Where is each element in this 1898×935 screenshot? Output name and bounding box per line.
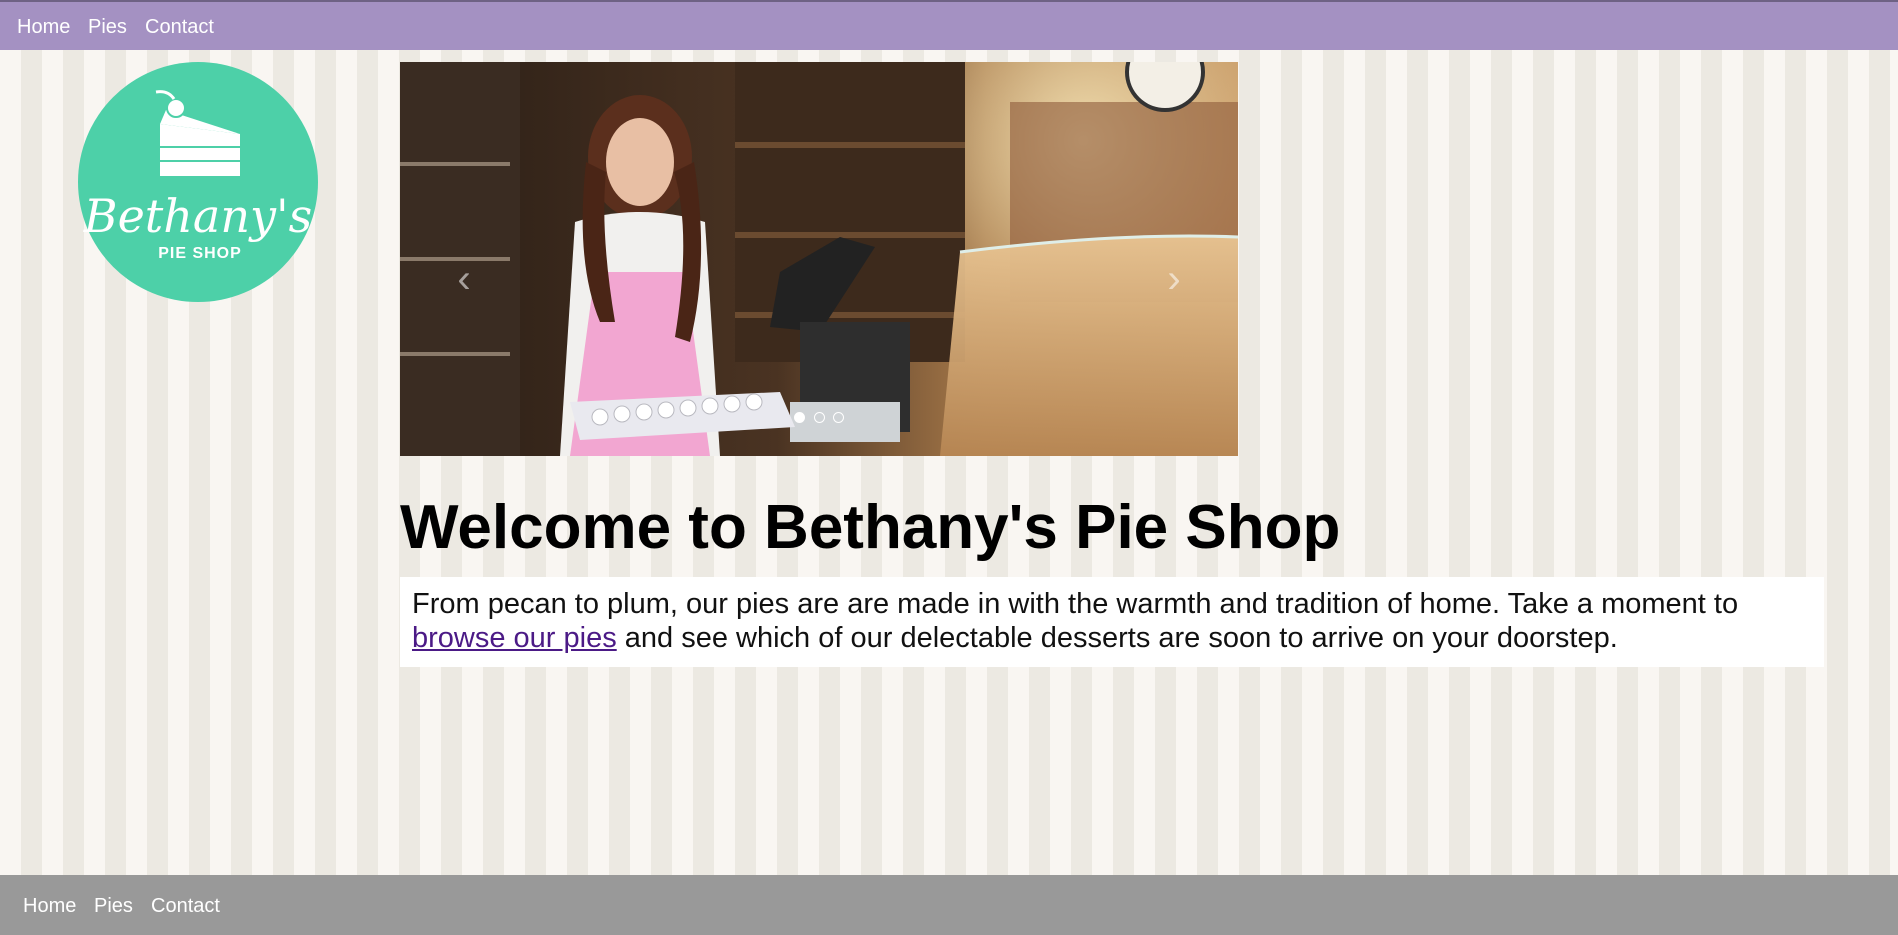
shop-logo[interactable]: Bethany's PIE SHOP [76,62,321,302]
footer-pies-link[interactable]: Pies [94,895,133,918]
intro-paragraph: From pecan to plum, our pies are are mad… [400,577,1824,667]
logo-wordmark: Bethany's [83,189,312,243]
intro-text-after: and see which of our delectable desserts… [616,622,1618,654]
top-navbar: Home Pies Contact [0,0,1898,50]
carousel-indicator-2[interactable] [813,412,825,423]
nav-pies-link[interactable]: Pies [88,16,127,39]
carousel-indicators [400,410,1238,428]
nav-contact-link[interactable]: Contact [145,16,214,39]
footer-navbar: Home Pies Contact [0,875,1898,935]
browse-pies-link[interactable]: browse our pies [412,622,617,654]
footer-contact-link[interactable]: Contact [151,895,220,918]
logo-subtitle: PIE SHOP [158,245,242,262]
footer-home-link[interactable]: Home [23,895,76,918]
image-carousel[interactable]: ‹ › [400,62,1238,456]
carousel-slide-image [400,62,1238,456]
carousel-indicator-3[interactable] [832,412,844,423]
carousel-next-button[interactable]: › [1158,254,1190,304]
intro-text-before: From pecan to plum, our pies are are mad… [412,588,1739,620]
carousel-indicator-1[interactable] [794,412,806,423]
carousel-prev-button[interactable]: ‹ [448,254,480,304]
nav-home-link[interactable]: Home [17,16,70,39]
page-title: Welcome to Bethany's Pie Shop [400,493,1341,562]
